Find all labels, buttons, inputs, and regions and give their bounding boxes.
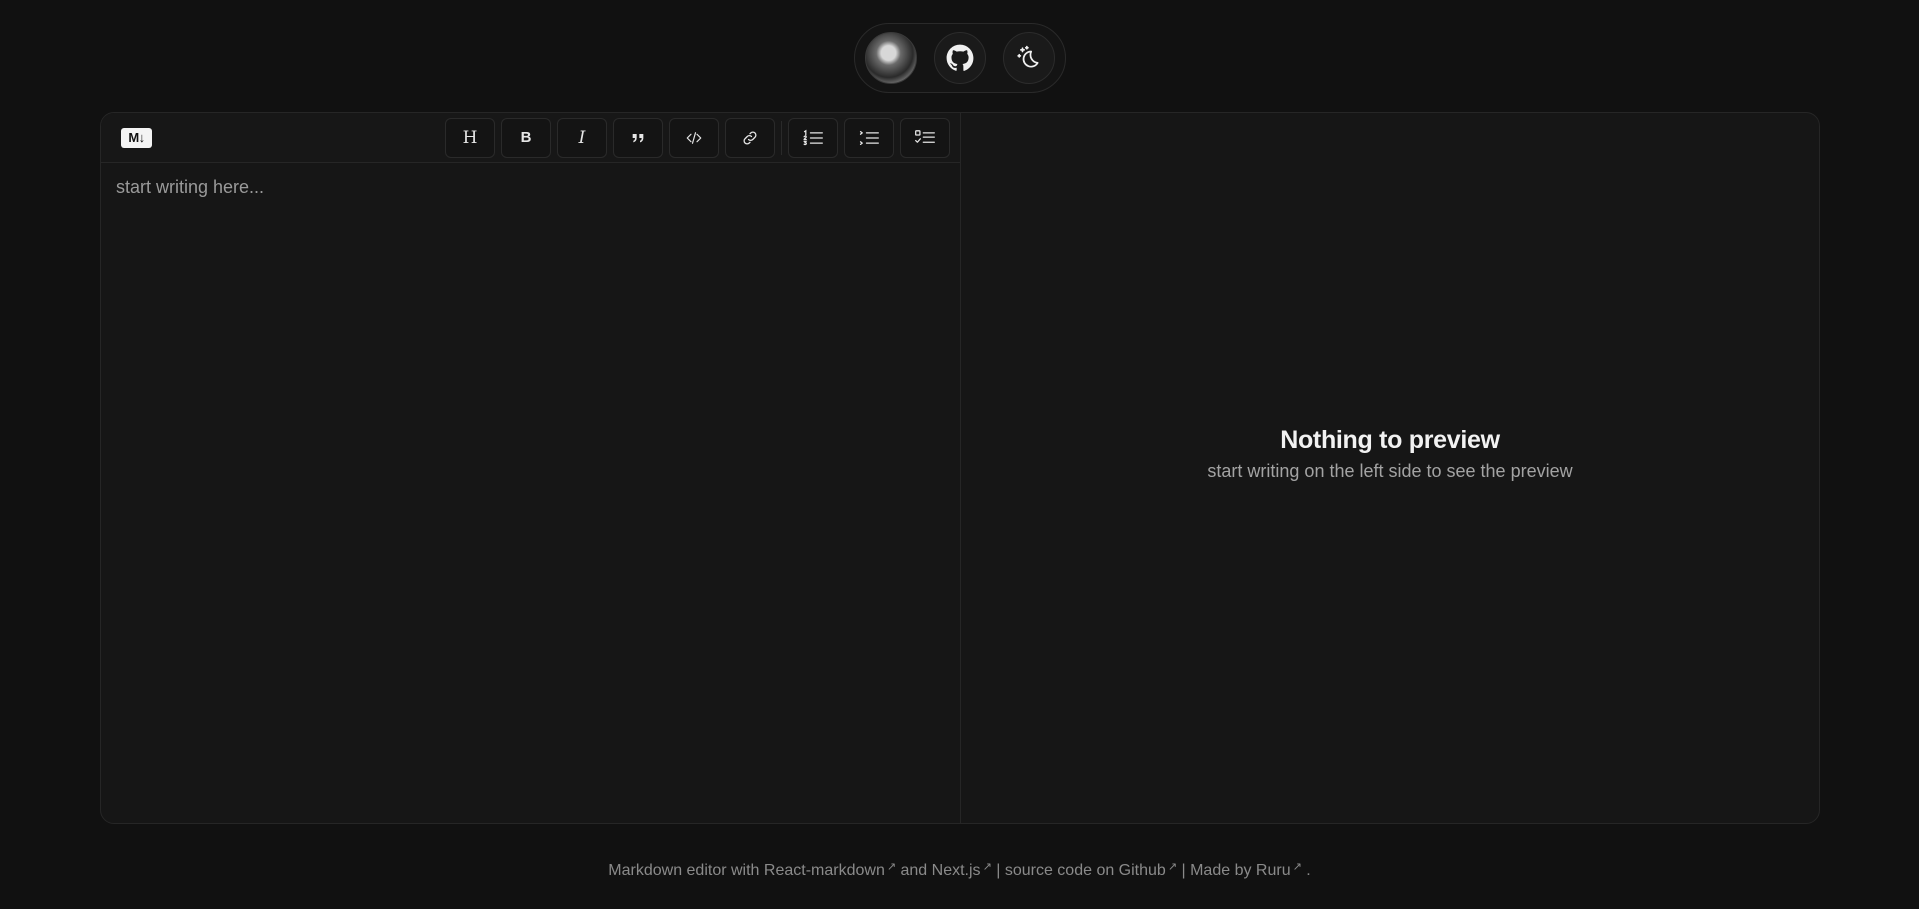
ordered-list-icon (802, 129, 824, 147)
markdown-logo-icon: M↓ (121, 127, 152, 148)
footer-text: Markdown editor with (608, 862, 764, 879)
top-nav (854, 23, 1066, 93)
external-link-icon: ↗ (1167, 861, 1178, 873)
github-icon (946, 44, 974, 72)
footer-separator: | (991, 862, 1005, 879)
quote-button[interactable] (613, 117, 663, 158)
heading-button[interactable]: H (445, 117, 495, 158)
footer-separator: | (1177, 862, 1191, 879)
link-icon (741, 129, 759, 147)
ordered-list-button[interactable] (788, 117, 838, 158)
made-by-link[interactable]: Made by Ruru ↗ (1190, 861, 1302, 879)
bold-button[interactable]: B (501, 117, 551, 158)
toolbar-divider (781, 120, 782, 155)
moon-stars-icon (1016, 45, 1042, 71)
heading-icon: H (462, 127, 478, 148)
checklist-icon (914, 129, 936, 147)
source-code-link[interactable]: source code on Github ↗ (1005, 861, 1178, 879)
react-markdown-link[interactable]: React-markdown ↗ (764, 861, 897, 879)
footer-text: and (896, 862, 932, 879)
footer: Markdown editor with React-markdown ↗ and… (0, 860, 1919, 880)
bold-icon: B (520, 129, 532, 146)
markdown-input[interactable] (116, 177, 945, 809)
avatar[interactable] (865, 32, 917, 84)
preview-pane: Nothing to preview start writing on the … (961, 113, 1819, 823)
unordered-list-button[interactable] (844, 117, 894, 158)
task-list-button[interactable] (900, 117, 950, 158)
preview-empty-subtitle: start writing on the left side to see th… (1207, 461, 1573, 481)
italic-button[interactable]: I (557, 117, 607, 158)
nextjs-link[interactable]: Next.js ↗ (932, 861, 992, 879)
external-link-icon: ↗ (982, 861, 992, 873)
theme-toggle-button[interactable] (1003, 32, 1055, 84)
code-icon (685, 129, 703, 147)
link-button[interactable] (725, 117, 775, 158)
github-button[interactable] (934, 32, 986, 84)
unordered-list-icon (858, 129, 880, 147)
external-link-icon: ↗ (1292, 861, 1302, 873)
editor-container: M↓ H B I start writing here... Nothing t… (100, 112, 1820, 824)
quote-icon (630, 130, 646, 146)
editor-pane: M↓ H B I (101, 113, 961, 823)
footer-text: . (1301, 862, 1311, 879)
external-link-icon: ↗ (886, 861, 897, 873)
markdown-toolbar: M↓ H B I (101, 113, 960, 163)
italic-icon: I (578, 127, 586, 148)
preview-empty-title: Nothing to preview (1280, 426, 1500, 454)
editor-area (101, 163, 960, 823)
code-button[interactable] (669, 117, 719, 158)
